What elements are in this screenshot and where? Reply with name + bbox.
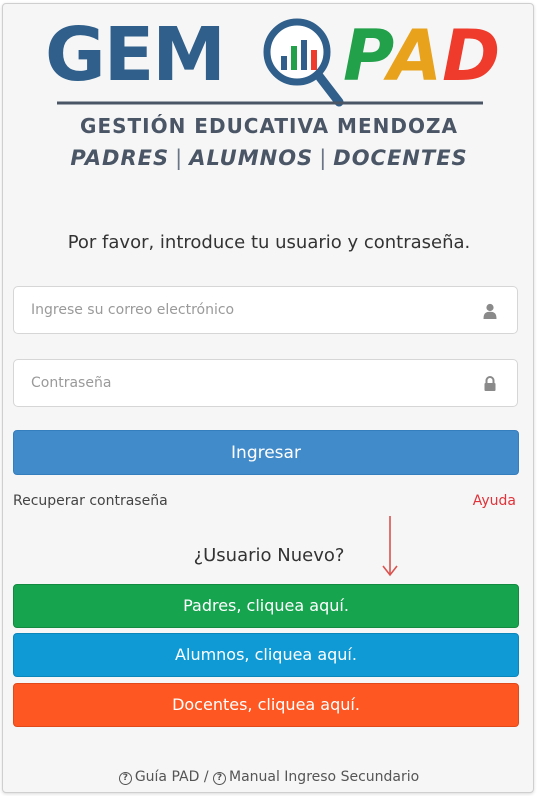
lock-icon bbox=[484, 376, 496, 391]
user-icon bbox=[483, 303, 497, 319]
password-field[interactable] bbox=[13, 359, 518, 407]
logo-pad-p: P bbox=[343, 15, 394, 97]
new-user-heading: ¿Usuario Nuevo? bbox=[193, 545, 345, 566]
logo-pad-a: A bbox=[383, 15, 442, 97]
guide-pad-link[interactable]: ? Guía PAD bbox=[118, 769, 200, 785]
svg-text:PAD: PAD bbox=[343, 15, 500, 97]
register-docentes-button[interactable]: Docentes, cliquea aquí. bbox=[13, 683, 519, 727]
login-button[interactable]: Ingresar bbox=[13, 430, 519, 475]
logo-gem-text: GEM bbox=[45, 12, 224, 98]
svg-text:GEM: GEM bbox=[45, 12, 224, 98]
footer-links: ? Guía PAD / ? Manual Ingreso Secundario bbox=[3, 769, 535, 785]
login-prompt: Por favor, introduce tu usuario y contra… bbox=[67, 232, 471, 253]
logo-roles: PADRES | ALUMNOS | DOCENTES bbox=[70, 146, 468, 170]
manual-label: Manual Ingreso Secundario bbox=[228, 769, 420, 785]
logo-pad-d: D bbox=[442, 15, 500, 97]
logo-role-alumnos: ALUMNOS bbox=[189, 146, 314, 170]
password-input[interactable] bbox=[14, 360, 454, 406]
gem-pad-logo: GEM PAD GESTIÓN EDUCATIVA MENDOZA PADRES… bbox=[3, 4, 535, 184]
manual-link[interactable]: ? Manual Ingreso Secundario bbox=[212, 769, 420, 785]
help-circle-icon: ? bbox=[118, 772, 132, 785]
email-input[interactable] bbox=[14, 287, 454, 333]
logo-role-padres: PADRES bbox=[70, 146, 170, 170]
footer-separator: / bbox=[203, 769, 209, 785]
logo-graphic: GEM PAD bbox=[45, 12, 500, 107]
email-field[interactable] bbox=[13, 286, 518, 334]
login-panel: GEM PAD GESTIÓN EDUCATIVA MENDOZA PADRES… bbox=[2, 3, 534, 793]
register-padres-button[interactable]: Padres, cliquea aquí. bbox=[13, 584, 519, 628]
guide-pad-label: Guía PAD bbox=[134, 769, 200, 785]
register-alumnos-button[interactable]: Alumnos, cliquea aquí. bbox=[13, 633, 519, 677]
help-link[interactable]: Ayuda bbox=[473, 493, 516, 509]
recover-password-link[interactable]: Recuperar contraseña bbox=[13, 493, 168, 509]
logo-subtitle: GESTIÓN EDUCATIVA MENDOZA bbox=[80, 114, 458, 138]
help-circle-icon: ? bbox=[212, 772, 226, 785]
magnifier-chart-icon bbox=[263, 18, 344, 107]
logo-role-docentes: DOCENTES bbox=[333, 146, 468, 170]
